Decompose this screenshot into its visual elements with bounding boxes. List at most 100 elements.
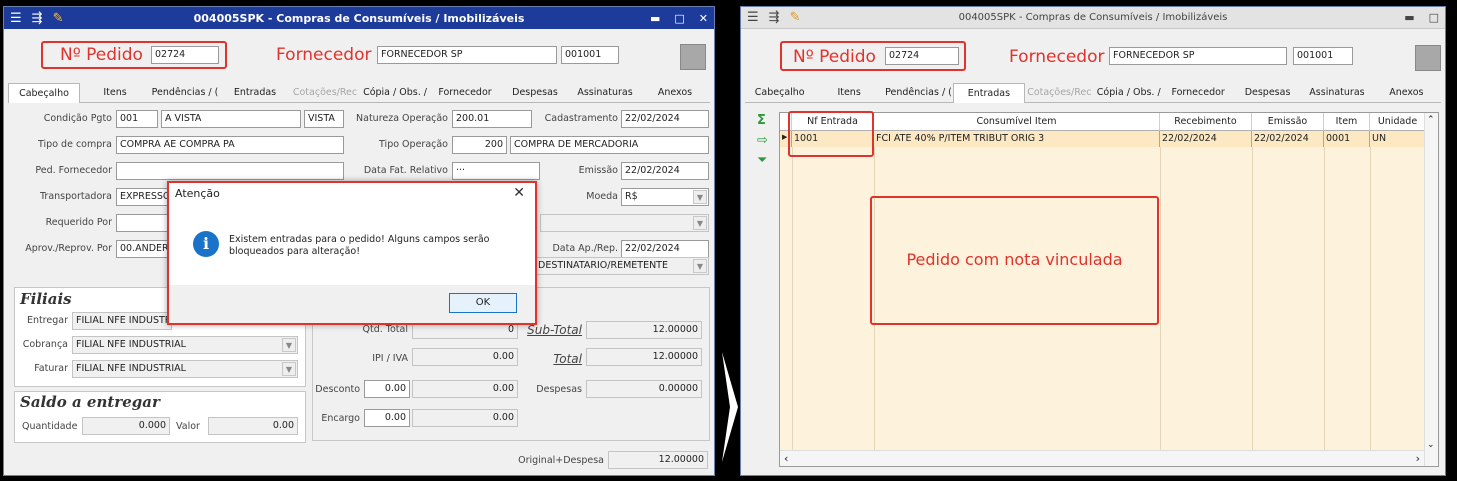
tab-despesas[interactable]: Despesas <box>1233 83 1302 102</box>
annotation-text: Pedido com nota vinculada <box>906 250 1123 269</box>
tab-anexos[interactable]: Anexos <box>640 83 710 102</box>
tab-assinaturas[interactable]: Assinaturas <box>1302 83 1371 102</box>
fornecedor-code-input[interactable]: 001001 <box>561 46 619 64</box>
vertical-scrollbar[interactable]: ⌃ ⌄ <box>1424 113 1438 466</box>
tab-pendencias[interactable]: Pendências / ( <box>884 83 953 102</box>
despesas-field: 0.00000 <box>586 380 702 398</box>
export-icon[interactable]: ⇨ <box>757 133 768 148</box>
chevron-left-icon[interactable]: ‹ <box>784 452 788 465</box>
cell-unidade[interactable]: UN <box>1370 131 1426 147</box>
chevron-down-icon[interactable]: ▼ <box>282 338 296 352</box>
natureza-label: Natureza Operação <box>356 113 448 124</box>
cobranca-select[interactable]: FILIAL NFE INDUSTRIAL ▼ <box>72 336 298 354</box>
status-indicator <box>680 44 706 70</box>
pedido-input[interactable]: 02724 <box>885 47 959 65</box>
tab-assinaturas[interactable]: Assinaturas <box>570 83 640 102</box>
emissao-field[interactable]: 22/02/2024 <box>621 162 709 180</box>
close-icon[interactable]: ✕ <box>513 185 525 201</box>
desconto-input[interactable]: 0.00 <box>364 380 410 398</box>
moeda-select[interactable]: R$ ▼ <box>621 188 709 206</box>
tab-cotacoes[interactable]: Cotações/Rec <box>1025 83 1094 102</box>
condicao-input[interactable]: A VISTA <box>161 110 301 128</box>
cell-emissao[interactable]: 22/02/2024 <box>1252 131 1324 147</box>
col-item[interactable]: Item <box>1324 113 1370 131</box>
requerido-select[interactable]: ▼ <box>540 214 709 232</box>
col-unidade[interactable]: Unidade <box>1370 113 1426 131</box>
chevron-down-icon[interactable]: ▼ <box>693 259 707 273</box>
ped-fornecedor-input[interactable] <box>116 162 344 180</box>
fornecedor-input[interactable]: FORNECEDOR SP <box>377 46 557 64</box>
maximize-icon[interactable]: □ <box>1429 11 1439 24</box>
tab-copia-obs[interactable]: Cópia / Obs. / <box>1094 83 1163 102</box>
tipo-operacao-input[interactable]: COMPRA DE MERCADORIA <box>510 136 709 154</box>
tab-pendencias[interactable]: Pendências / ( <box>150 83 220 102</box>
tab-despesas[interactable]: Despesas <box>500 83 570 102</box>
desconto-label: Desconto <box>315 384 360 395</box>
ok-button[interactable]: OK <box>449 293 517 313</box>
tab-itens[interactable]: Itens <box>80 83 150 102</box>
total-field: 12.00000 <box>586 348 702 366</box>
tab-fornecedor[interactable]: Fornecedor <box>1163 83 1232 102</box>
col-recebimento[interactable]: Recebimento <box>1160 113 1252 131</box>
entregar-select[interactable]: FILIAL NFE INDUSTRI <box>72 312 172 330</box>
dialog-message: Existem entradas para o pedido! Alguns c… <box>229 234 490 257</box>
tab-cotacoes[interactable]: Cotações/Rec <box>290 83 360 102</box>
saldo-title: Saldo a entregar <box>20 393 160 411</box>
chevron-down-icon[interactable]: ▼ <box>693 216 707 230</box>
faturar-select[interactable]: FILIAL NFE INDUSTRIAL ▼ <box>72 360 298 378</box>
close-icon[interactable]: ✕ <box>699 12 708 25</box>
valor-label: Valor <box>176 421 200 432</box>
condicao-code-input[interactable]: 001 <box>116 110 158 128</box>
col-consumivel-item[interactable]: Consumível Item <box>874 113 1160 131</box>
minimize-icon[interactable]: ▬ <box>650 12 660 25</box>
tab-fornecedor[interactable]: Fornecedor <box>430 83 500 102</box>
tab-cabecalho[interactable]: Cabeçalho <box>745 83 814 102</box>
tab-copia-obs[interactable]: Cópia / Obs. / <box>360 83 430 102</box>
chevron-down-icon[interactable]: ▼ <box>693 190 707 204</box>
chevron-up-icon[interactable]: ⌃ <box>1427 115 1435 125</box>
tipo-operacao-code-input[interactable]: 200 <box>452 136 507 154</box>
fornecedor-input[interactable]: FORNECEDOR SP <box>1109 47 1287 65</box>
encargo-field: 0.00 <box>412 409 518 427</box>
data-ap-label: Data Ap./Rep. <box>552 243 618 254</box>
filter-down-icon[interactable]: ⏷ <box>757 153 767 168</box>
cell-consumivel-item[interactable]: FCI ATE 40% P/ITEM TRIBUT ORIG 3 <box>874 131 1160 147</box>
sum-icon[interactable]: Σ <box>757 113 766 128</box>
chevron-right-icon[interactable]: › <box>1416 452 1420 465</box>
tab-cabecalho[interactable]: Cabeçalho <box>8 83 80 103</box>
condicao-label: Condição Pgto <box>43 113 112 124</box>
horizontal-scrollbar[interactable]: ‹ › <box>780 450 1424 466</box>
data-fat-label: Data Fat. Relativo <box>363 165 448 176</box>
encargo-input[interactable]: 0.00 <box>364 409 410 427</box>
data-ap-field[interactable]: 22/02/2024 <box>621 240 709 258</box>
fornecedor-code-input[interactable]: 001001 <box>1293 47 1353 65</box>
tab-bar: Cabeçalho Itens Pendências / ( Entradas … <box>8 83 710 103</box>
chevron-down-icon[interactable]: ▼ <box>282 362 296 376</box>
tab-anexos[interactable]: Anexos <box>1372 83 1441 102</box>
minimize-icon[interactable]: ▬ <box>1404 11 1414 24</box>
cadastramento-field[interactable]: 22/02/2024 <box>621 110 709 128</box>
original-label: Original+Despesa <box>518 455 604 466</box>
destinatario-select[interactable]: DESTINATARIO/REMETENTE ▼ <box>534 257 709 275</box>
tab-itens[interactable]: Itens <box>814 83 883 102</box>
tab-entradas[interactable]: Entradas <box>953 83 1025 103</box>
tipo-compra-input[interactable]: COMPRA AE COMPRA PA <box>116 136 344 154</box>
desconto-field: 0.00 <box>412 380 518 398</box>
data-fat-input[interactable]: ··· <box>452 162 540 180</box>
emissao-label: Emissão <box>578 165 618 176</box>
entregar-label: Entregar <box>26 315 68 326</box>
pedido-label: Nº Pedido <box>60 45 143 65</box>
cell-item[interactable]: 0001 <box>1324 131 1370 147</box>
aprov-label: Aprov./Reprov. Por <box>25 243 112 254</box>
title-bar: ☰ ⇶ ✎ 004005SPK - Compras de Consumíveis… <box>741 7 1445 29</box>
chevron-right-icon <box>722 352 738 462</box>
tab-entradas[interactable]: Entradas <box>220 83 290 102</box>
col-emissao[interactable]: Emissão <box>1252 113 1324 131</box>
ipi-label: IPI / IVA <box>372 353 408 364</box>
chevron-down-icon[interactable]: ⌄ <box>1427 440 1435 450</box>
cell-recebimento[interactable]: 22/02/2024 <box>1160 131 1252 147</box>
maximize-icon[interactable]: □ <box>674 12 684 25</box>
natureza-input[interactable]: 200.01 <box>452 110 532 128</box>
cadastramento-label: Cadastramento <box>544 113 618 124</box>
pedido-input[interactable]: 02724 <box>151 46 219 64</box>
